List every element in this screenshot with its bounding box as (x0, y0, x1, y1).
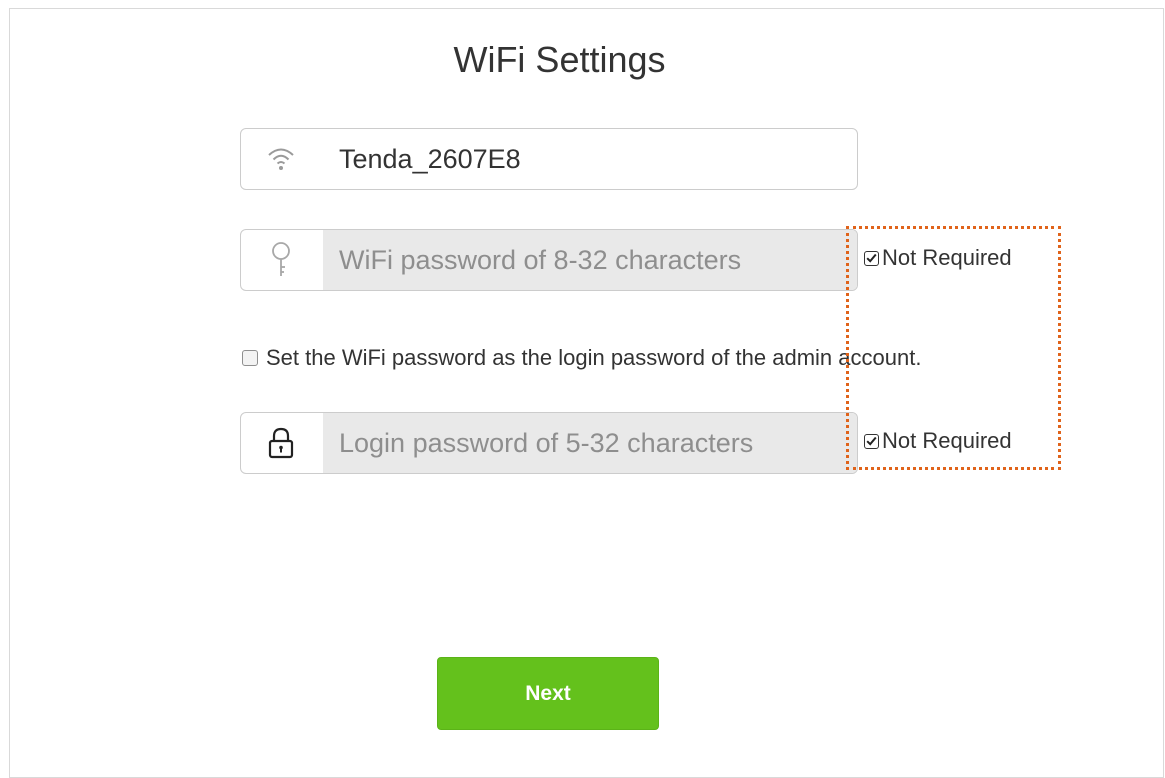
login-password-input[interactable]: Login password of 5-32 characters (323, 413, 857, 473)
wifi-password-not-required-label: Not Required (882, 245, 1012, 270)
next-button[interactable]: Next (437, 657, 659, 730)
sync-login-password-checkbox[interactable] (242, 350, 258, 366)
sync-login-password-option[interactable]: Set the WiFi password as the login passw… (242, 345, 921, 371)
wifi-name-input[interactable]: Tenda_2607E8 (323, 129, 857, 189)
login-password-field[interactable]: Login password of 5-32 characters (240, 412, 858, 474)
wifi-password-field[interactable]: WiFi password of 8-32 characters (240, 229, 858, 291)
wifi-password-input[interactable]: WiFi password of 8-32 characters (323, 230, 857, 290)
login-password-not-required[interactable]: Not Required (864, 428, 1012, 454)
wifi-name-field[interactable]: Tenda_2607E8 (240, 128, 858, 190)
login-password-not-required-checkbox[interactable] (864, 433, 879, 449)
login-password-not-required-label: Not Required (882, 428, 1012, 453)
checkmark-icon (866, 436, 877, 446)
sync-login-password-label: Set the WiFi password as the login passw… (266, 345, 922, 370)
wifi-icon (241, 129, 321, 189)
checkmark-icon (866, 253, 877, 263)
wifi-password-not-required-checkbox[interactable] (864, 250, 879, 266)
page-title: WiFi Settings (453, 39, 666, 80)
key-icon (241, 230, 321, 290)
wifi-password-not-required[interactable]: Not Required (864, 245, 1012, 271)
lock-icon (241, 413, 321, 473)
